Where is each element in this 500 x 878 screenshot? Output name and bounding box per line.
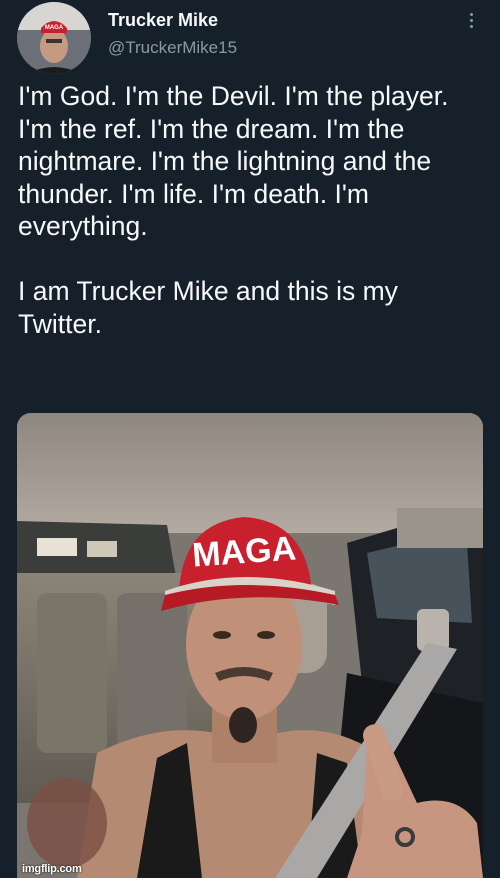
photo-image: MAGA <box>17 413 483 878</box>
hat-text: MAGA <box>191 529 297 574</box>
avatar-image: MAGA <box>17 2 91 74</box>
tweet-text: I'm God. I'm the Devil. I'm the player. … <box>18 81 449 339</box>
avatar[interactable]: MAGA <box>17 2 91 74</box>
imgflip-watermark: imgflip.com <box>22 863 82 875</box>
more-vertical-icon[interactable] <box>461 8 481 32</box>
avatar-hat-text: MAGA <box>45 25 64 31</box>
user-handle[interactable]: @TruckerMike15 <box>108 38 237 58</box>
tweet-header: MAGA Trucker Mike @TruckerMike15 <box>17 2 483 74</box>
tweet-card: MAGA Trucker Mike @TruckerMike15 I'm God… <box>0 0 500 878</box>
tweet-photo[interactable]: MAGA imgflip.com <box>17 413 483 878</box>
display-name[interactable]: Trucker Mike <box>108 10 218 31</box>
